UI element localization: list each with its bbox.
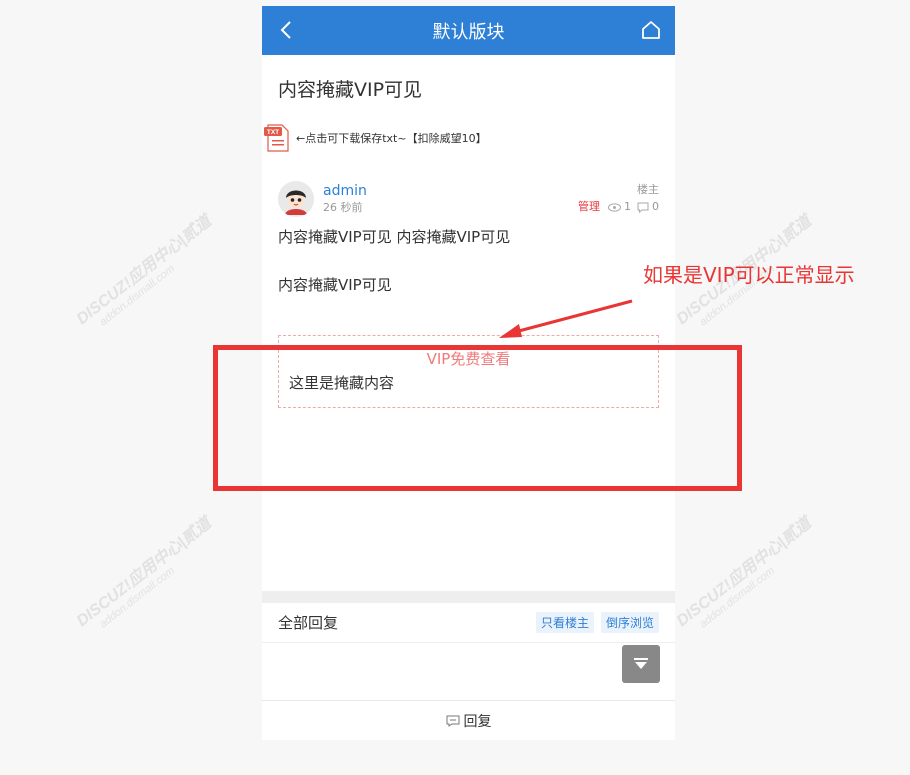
comment-icon <box>446 715 459 727</box>
svg-text:TXT: TXT <box>267 129 279 136</box>
home-icon[interactable] <box>639 18 663 42</box>
post-header: admin 26 秒前 楼主 管理 1 0 <box>262 181 675 217</box>
attachment-link[interactable]: TXT ←点击可下载保存txt~【扣除威望10】 <box>262 120 675 156</box>
attachment-text: ←点击可下载保存txt~【扣除威望10】 <box>296 132 487 145</box>
author-info: admin 26 秒前 <box>323 181 367 217</box>
view-count: 1 <box>624 200 631 213</box>
reply-count: 0 <box>652 200 659 213</box>
comment-icon <box>637 202 649 213</box>
reply-label: 回复 <box>463 713 492 730</box>
arrow-down-icon <box>634 658 648 669</box>
reverse-order-button[interactable]: 倒序浏览 <box>600 612 659 633</box>
post-line: 内容掩藏VIP可见 <box>278 276 392 294</box>
watermark: DISCUZ!应用中心|贰道addon.dismall.com <box>73 514 215 631</box>
all-replies-label: 全部回复 <box>278 614 339 632</box>
author-name[interactable]: admin <box>323 182 367 200</box>
post-time: 26 秒前 <box>323 201 363 214</box>
manage-link[interactable]: 管理 <box>578 199 600 215</box>
post-meta: 楼主 管理 1 0 <box>578 181 659 215</box>
floor-label: 楼主 <box>637 183 659 196</box>
reply-button[interactable]: 回复 <box>262 700 675 740</box>
annotation-arrow <box>499 299 633 338</box>
top-bar: 默认版块 <box>262 6 675 55</box>
annotation-highlight-box <box>213 345 742 491</box>
page-title: 默认版块 <box>432 21 505 43</box>
scroll-to-bottom-button[interactable] <box>622 645 660 683</box>
thread-title: 内容掩藏VIP可见 <box>278 79 423 101</box>
only-author-button[interactable]: 只看楼主 <box>535 612 594 633</box>
txt-file-icon: TXT <box>264 124 289 152</box>
annotation-text: 如果是VIP可以正常显示 <box>643 263 855 287</box>
chevron-left-icon[interactable] <box>276 18 298 42</box>
avatar[interactable] <box>278 181 314 217</box>
watermark: DISCUZ!应用中心|贰道addon.dismall.com <box>73 212 215 329</box>
section-divider <box>262 591 675 603</box>
post-line: 内容掩藏VIP可见 内容掩藏VIP可见 <box>278 228 511 246</box>
replies-header: 全部回复 只看楼主 倒序浏览 <box>262 603 675 643</box>
post-body: 内容掩藏VIP可见 内容掩藏VIP可见 内容掩藏VIP可见 <box>262 217 675 297</box>
eye-icon <box>608 202 621 212</box>
watermark: DISCUZ!应用中心|贰道addon.dismall.com <box>673 514 815 631</box>
